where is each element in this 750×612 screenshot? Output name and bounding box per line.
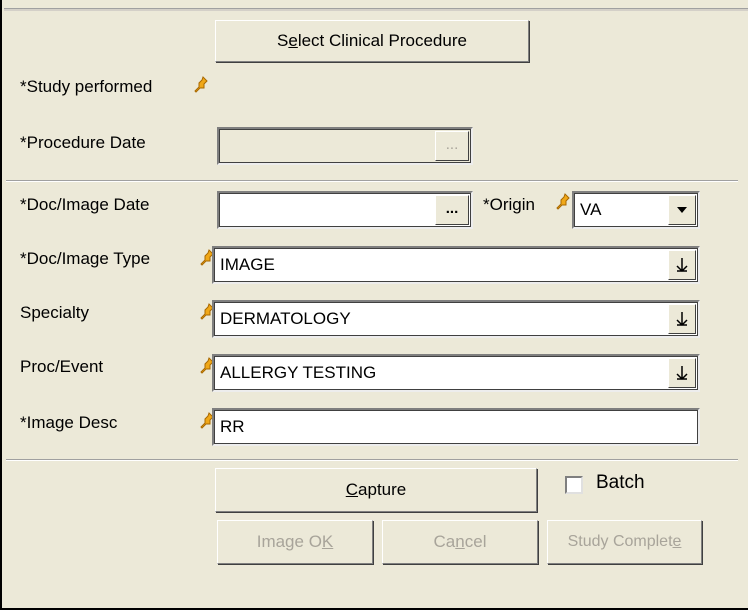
doc-image-type-label: *Doc/Image Type xyxy=(20,249,151,268)
doc-image-date-field[interactable]: ... xyxy=(217,191,473,229)
triangle-down-icon xyxy=(677,207,687,213)
procedure-date-picker-button[interactable]: ... xyxy=(435,131,469,161)
cancel-button[interactable]: Ca n cel xyxy=(382,520,538,564)
doc-image-type-lookup-button[interactable] xyxy=(668,250,696,280)
divider xyxy=(6,459,738,461)
origin-dropdown-button[interactable] xyxy=(668,195,696,225)
specialty-lookup-button[interactable] xyxy=(668,304,696,334)
origin-select[interactable]: VA xyxy=(572,191,700,229)
top-divider xyxy=(4,8,748,11)
doc-image-type-field[interactable]: IMAGE xyxy=(212,246,700,284)
batch-label: Batch xyxy=(596,472,645,493)
down-arrow-icon xyxy=(676,258,688,273)
image-desc-label: *Image Desc xyxy=(20,413,118,432)
clinical-procedure-panel: Se lect Clinical Procedure *Study perform… xyxy=(0,0,748,610)
proc-event-lookup-button[interactable] xyxy=(668,358,696,388)
procedure-date-field[interactable]: ... xyxy=(217,127,473,165)
select-clinical-procedure-button[interactable]: Se lect Clinical Procedure xyxy=(215,20,529,62)
doc-image-date-label: *Doc/Image Date xyxy=(20,195,150,214)
down-arrow-icon xyxy=(676,312,688,327)
doc-image-date-picker-button[interactable]: ... xyxy=(435,195,469,225)
image-ok-button[interactable]: Image OK xyxy=(217,520,373,564)
proc-event-field[interactable]: ALLERGY TESTING xyxy=(212,354,700,392)
proc-event-label: Proc/Event xyxy=(20,357,104,376)
study-performed-label: *Study performed xyxy=(20,77,153,96)
origin-label: *Origin xyxy=(483,195,535,214)
batch-checkbox[interactable] xyxy=(565,476,583,494)
image-desc-input[interactable]: RR xyxy=(212,408,700,446)
pushpin-icon xyxy=(194,76,208,93)
pushpin-icon xyxy=(556,193,570,210)
study-complete-button[interactable]: Study Complet e xyxy=(547,520,702,564)
specialty-field[interactable]: DERMATOLOGY xyxy=(212,300,700,338)
down-arrow-icon xyxy=(676,366,688,381)
procedure-date-label: *Procedure Date xyxy=(20,133,146,152)
specialty-label: Specialty xyxy=(20,303,89,322)
divider xyxy=(6,180,738,182)
capture-button[interactable]: Capture xyxy=(215,468,537,512)
